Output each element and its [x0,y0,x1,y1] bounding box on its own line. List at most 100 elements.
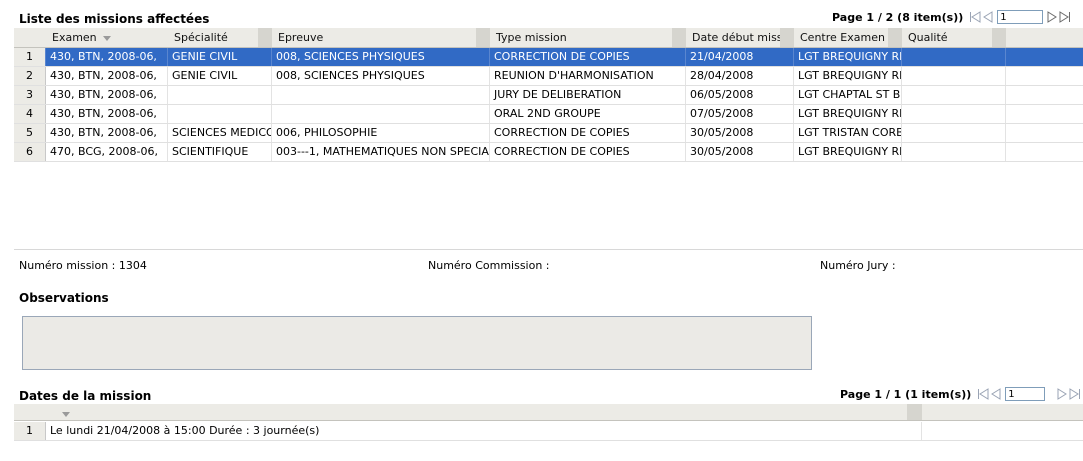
cell-epreuve [272,86,490,104]
header-examen-label: Examen [52,31,97,44]
cell-epreuve [272,105,490,123]
next-page-icon[interactable] [1057,388,1068,400]
cell-specialite: SCIENCES MEDICO- [168,124,272,142]
table-row[interactable]: 5 430, BTN, 2008-06, SCIENCES MEDICO- 006, … [14,124,1083,143]
numero-mission: Numéro mission : 1304 [19,259,147,272]
header-specialite[interactable]: Spécialité [168,28,272,47]
grid-bottom-divider [14,249,1083,250]
header-epreuve[interactable]: Epreuve [272,28,490,47]
prev-page-icon[interactable] [991,388,1001,400]
dates-header-sep [908,404,922,420]
cell-qualite [902,124,1006,142]
header-rownum [14,28,46,47]
missions-page-input[interactable] [997,10,1044,24]
cell-qualite [902,86,1006,104]
dates-row[interactable]: 1 Le lundi 21/04/2008 à 15:00 Durée : 3 … [14,422,1083,441]
cell-examen: 430, BTN, 2008-06, [46,124,168,142]
cell-rownum: 2 [14,67,46,85]
cell-date: 21/04/2008 [686,48,794,66]
header-date-label: Date début missio [692,31,793,44]
cell-epreuve: 003---1, MATHEMATIQUES NON SPECIAI [272,143,490,161]
dates-pager-text: Page 1 / 1 (1 item(s)) [840,387,972,401]
cell-rownum: 6 [14,143,46,161]
next-page-icon[interactable] [1047,11,1058,23]
header-type-mission[interactable]: Type mission [490,28,686,47]
missions-pager: Page 1 / 2 (8 item(s)) [832,10,1071,24]
cell-centre: LGT BREQUIGNY RE [794,105,902,123]
header-qualite[interactable]: Qualité [902,28,1006,47]
cell-type: JURY DE DELIBERATION [490,86,686,104]
missions-grid-header: Examen Spécialité Epreuve Type mission D… [14,28,1083,48]
cell-epreuve: 006, PHILOSOPHIE [272,124,490,142]
last-page-icon[interactable] [1059,11,1071,23]
cell-date: 30/05/2008 [686,124,794,142]
table-row[interactable]: 3 430, BTN, 2008-06, JURY DE DELIBERATION 0… [14,86,1083,105]
cell-date: 28/04/2008 [686,67,794,85]
cell-rownum: 5 [14,124,46,142]
cell-rownum: 3 [14,86,46,104]
observations-title: Observations [19,291,109,305]
cell-qualite [902,143,1006,161]
cell-specialite [168,105,272,123]
dates-page-input[interactable] [1005,387,1046,401]
numero-commission: Numéro Commission : [428,259,550,272]
cell-filler [1006,86,1083,104]
cell-qualite [902,48,1006,66]
header-epreuve-label: Epreuve [278,31,324,44]
cell-type: CORRECTION DE COPIES [490,124,686,142]
cell-specialite [168,86,272,104]
cell-centre: LGT TRISTAN CORB [794,124,902,142]
cell-filler [1006,124,1083,142]
dates-row-filler [922,422,1083,440]
dates-pager: Page 1 / 1 (1 item(s)) [840,387,1081,401]
cell-examen: 430, BTN, 2008-06, [46,48,168,66]
cell-rownum: 4 [14,105,46,123]
cell-filler [1006,105,1083,123]
cell-examen: 430, BTN, 2008-06, [46,67,168,85]
header-date-debut[interactable]: Date début missio [686,28,794,47]
cell-examen: 470, BCG, 2008-06, [46,143,168,161]
header-examen[interactable]: Examen [46,28,168,47]
dates-header-main[interactable] [46,404,908,420]
table-row[interactable]: 2 430, BTN, 2008-06, GENIE CIVIL 008, SCIEN… [14,67,1083,86]
cell-centre: LGT BREQUIGNY RE [794,48,902,66]
header-filler [1006,28,1083,47]
dates-row-number: 1 [14,422,46,440]
cell-qualite [902,105,1006,123]
first-page-icon[interactable] [977,388,989,400]
cell-specialite: GENIE CIVIL [168,48,272,66]
cell-specialite: SCIENTIFIQUE [168,143,272,161]
dates-row-text: Le lundi 21/04/2008 à 15:00 Durée : 3 jo… [46,422,922,440]
header-specialite-label: Spécialité [174,31,228,44]
dates-header-rownum [14,404,46,420]
cell-epreuve: 008, SCIENCES PHYSIQUES [272,67,490,85]
missions-title: Liste des missions affectées [19,12,210,26]
table-row[interactable]: 6 470, BCG, 2008-06, SCIENTIFIQUE 003---1, … [14,143,1083,162]
table-row[interactable]: 4 430, BTN, 2008-06, ORAL 2ND GROUPE 07/05/… [14,105,1083,124]
cell-type: CORRECTION DE COPIES [490,143,686,161]
cell-filler [1006,48,1083,66]
table-row[interactable]: 1 430, BTN, 2008-06, GENIE CIVIL 008, SCIEN… [14,48,1083,67]
cell-date: 07/05/2008 [686,105,794,123]
header-centre-examen[interactable]: Centre Examen [794,28,902,47]
cell-filler [1006,143,1083,161]
first-page-icon[interactable] [969,11,981,23]
cell-filler [1006,67,1083,85]
cell-epreuve: 008, SCIENCES PHYSIQUES [272,48,490,66]
dates-header-filler [922,404,1083,420]
numero-jury: Numéro Jury : [820,259,896,272]
prev-page-icon[interactable] [983,11,993,23]
cell-rownum: 1 [14,48,46,66]
cell-examen: 430, BTN, 2008-06, [46,86,168,104]
cell-centre: LGT BREQUIGNY RE [794,67,902,85]
header-centre-label: Centre Examen [800,31,885,44]
cell-specialite: GENIE CIVIL [168,67,272,85]
sort-desc-icon [102,35,111,41]
observations-textarea[interactable] [22,316,812,370]
missions-pager-text: Page 1 / 2 (8 item(s)) [832,10,964,24]
last-page-icon[interactable] [1069,388,1081,400]
dates-title: Dates de la mission [19,389,152,403]
cell-type: CORRECTION DE COPIES [490,48,686,66]
cell-date: 30/05/2008 [686,143,794,161]
cell-date: 06/05/2008 [686,86,794,104]
